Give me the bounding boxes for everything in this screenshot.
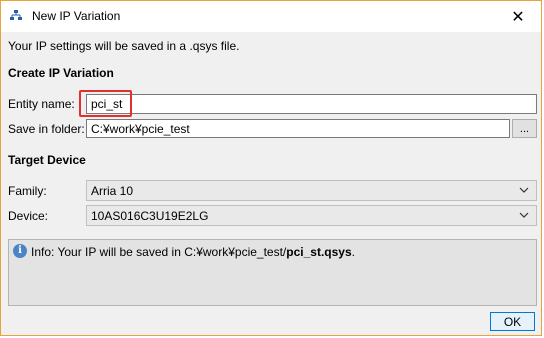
family-label: Family:: [8, 184, 47, 198]
chevron-down-icon: [519, 187, 529, 193]
info-suffix: .: [351, 245, 355, 259]
info-filename: pci_st.qsys: [286, 245, 352, 259]
save-folder-label: Save in folder:: [8, 122, 85, 136]
info-panel: i Info: Your IP will be saved in C:¥work…: [8, 239, 537, 306]
ok-button[interactable]: OK: [490, 312, 535, 331]
chevron-down-icon: [519, 212, 529, 218]
target-device-heading: Target Device: [8, 153, 86, 167]
close-icon: ✕: [511, 8, 525, 26]
ip-variation-icon: [10, 10, 22, 20]
family-select[interactable]: Arria 10: [86, 180, 537, 201]
window-title: New IP Variation: [32, 9, 121, 23]
browse-folder-button[interactable]: ...: [512, 119, 537, 138]
device-label: Device:: [8, 209, 49, 223]
entity-name-field[interactable]: pci_st: [86, 94, 537, 114]
title-bar[interactable]: New IP Variation ✕: [1, 1, 541, 32]
info-prefix: Info: Your IP will be saved in C:¥work¥p…: [31, 245, 287, 259]
description-text: Your IP settings will be saved in a .qsy…: [8, 39, 240, 53]
create-section-heading: Create IP Variation: [8, 66, 114, 80]
entity-name-highlight: [79, 90, 132, 117]
dialog-window: New IP Variation ✕ Your IP settings will…: [0, 0, 542, 336]
info-icon: i: [13, 244, 27, 258]
save-folder-field[interactable]: C:¥work¥pcie_test: [86, 119, 510, 138]
device-select[interactable]: 10AS016C3U19E2LG: [86, 205, 537, 226]
entity-name-label: Entity name:: [8, 97, 75, 111]
close-button[interactable]: ✕: [495, 1, 541, 32]
device-value: 10AS016C3U19E2LG: [91, 208, 209, 223]
info-message: Info: Your IP will be saved in C:¥work¥p…: [31, 245, 355, 259]
family-value: Arria 10: [91, 183, 134, 198]
